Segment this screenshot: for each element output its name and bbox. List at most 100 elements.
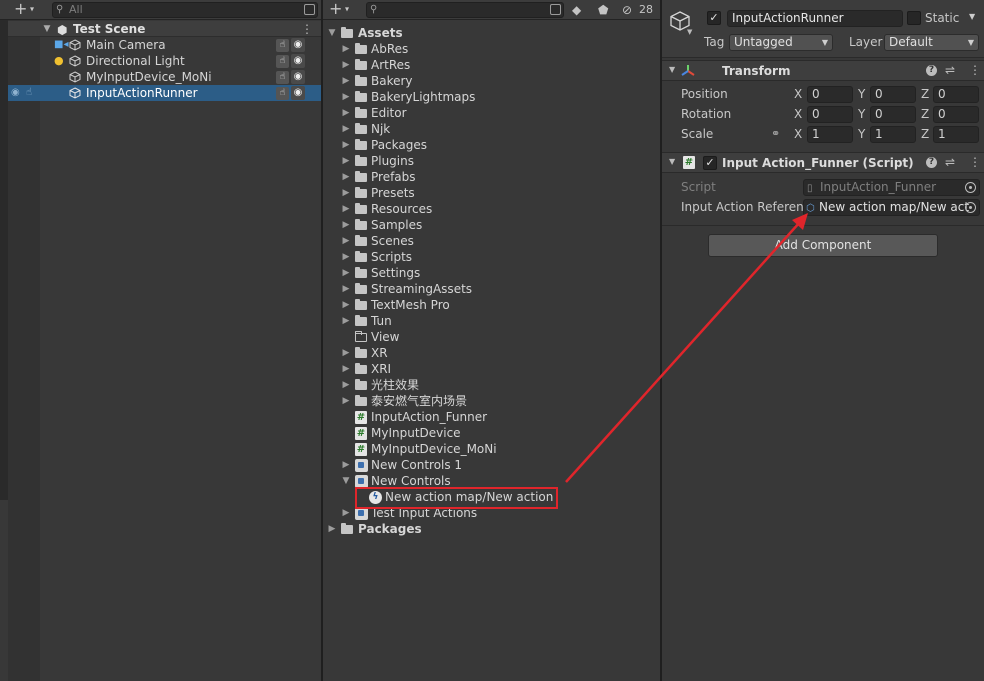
scene-pickability-icon[interactable]: ☝ — [26, 85, 32, 101]
tree-item[interactable]: ▶ AbRes — [323, 41, 660, 57]
tree-item[interactable]: ▶ Prefabs — [323, 169, 660, 185]
constrain-proportions-link-icon[interactable]: ⚭ — [771, 127, 780, 140]
tree-item[interactable]: ▶ Packages — [323, 137, 660, 153]
pickable-toggle-icon[interactable]: ☝ — [276, 87, 289, 100]
tree-item[interactable]: View — [323, 329, 660, 345]
tree-item[interactable]: ▶ XRI — [323, 361, 660, 377]
expand-arrow-icon[interactable]: ▶ — [341, 201, 351, 217]
tree-item[interactable]: # InputAction_Funner — [323, 409, 660, 425]
expand-arrow-icon[interactable]: ▼ — [42, 21, 52, 37]
tree-item[interactable]: ▶ Presets — [323, 185, 660, 201]
expand-arrow-icon[interactable]: ▶ — [341, 41, 351, 57]
tree-item[interactable]: ▶ New Controls 1 — [323, 457, 660, 473]
rotation-y-field[interactable]: 0 — [870, 106, 916, 123]
foldout-arrow-icon[interactable]: ▼ — [669, 65, 675, 74]
position-y-field[interactable]: 0 — [870, 86, 916, 103]
active-checkbox[interactable]: ✓ — [707, 11, 721, 25]
scene-menu-icon[interactable]: ⋮ — [301, 21, 313, 37]
tree-item[interactable]: ▶ ArtRes — [323, 57, 660, 73]
visibility-eye-icon[interactable]: ◉ — [291, 86, 305, 100]
component-menu-icon[interactable]: ⋮ — [969, 155, 981, 169]
tree-item[interactable]: # MyInputDevice_MoNi — [323, 441, 660, 457]
pickable-toggle-icon[interactable]: ☝ — [276, 39, 289, 52]
hierarchy-item-directional-light[interactable]: ● Directional Light ☝ ◉ — [8, 53, 321, 69]
search-by-type-icon[interactable]: ◆ — [572, 2, 581, 18]
script-component-header[interactable]: ▼ # ✓ Input Action_Funner (Script) ? ⇌ ⋮ — [662, 152, 984, 173]
hierarchy-item-main-camera[interactable]: ■◂ Main Camera ☝ ◉ — [8, 37, 321, 53]
tree-item[interactable]: ▶ Resources — [323, 201, 660, 217]
visibility-eye-icon[interactable]: ◉ — [291, 70, 305, 84]
expand-arrow-icon[interactable]: ▶ — [341, 297, 351, 313]
hierarchy-item-inputactionrunner[interactable]: ◉ ☝ InputActionRunner ☝ ◉ — [8, 85, 321, 101]
scale-y-field[interactable]: 1 — [870, 126, 916, 143]
expand-arrow-icon[interactable]: ▶ — [341, 313, 351, 329]
hierarchy-item-myinputdevice-moni[interactable]: MyInputDevice_MoNi ☝ ◉ — [8, 69, 321, 85]
project-search-input[interactable]: ⚲ — [366, 2, 564, 18]
preset-icon[interactable]: ⇌ — [945, 63, 955, 77]
expand-arrow-icon[interactable]: ▶ — [327, 521, 337, 537]
expand-arrow-icon[interactable]: ▶ — [341, 185, 351, 201]
tree-item[interactable]: ▶ Editor — [323, 105, 660, 121]
expand-arrow-icon[interactable]: ▶ — [341, 281, 351, 297]
pickable-toggle-icon[interactable]: ☝ — [276, 55, 289, 68]
scale-z-field[interactable]: 1 — [933, 126, 979, 143]
layer-dropdown[interactable]: Default ▼ — [884, 34, 979, 51]
expand-arrow-icon[interactable]: ▶ — [341, 121, 351, 137]
tree-item[interactable]: ▶ Njk — [323, 121, 660, 137]
help-icon[interactable]: ? — [926, 157, 937, 168]
hierarchy-search-input[interactable]: ⚲ All — [52, 2, 318, 18]
visibility-eye-icon[interactable]: ◉ — [291, 38, 305, 52]
position-z-field[interactable]: 0 — [933, 86, 979, 103]
expand-arrow-icon[interactable]: ▶ — [341, 345, 351, 361]
tree-item-packages[interactable]: ▶ Packages — [323, 521, 660, 537]
expand-arrow-icon[interactable]: ▶ — [341, 105, 351, 121]
create-dropdown-button[interactable]: + ▾ — [14, 1, 34, 19]
expand-arrow-icon[interactable]: ▶ — [341, 73, 351, 89]
component-enabled-checkbox[interactable]: ✓ — [703, 156, 717, 170]
expand-arrow-icon[interactable]: ▶ — [341, 377, 351, 393]
tree-item[interactable]: # MyInputDevice — [323, 425, 660, 441]
expand-arrow-icon[interactable]: ▶ — [341, 233, 351, 249]
rotation-z-field[interactable]: 0 — [933, 106, 979, 123]
tree-item[interactable]: ▶ Bakery — [323, 73, 660, 89]
expand-arrow-icon[interactable]: ▶ — [341, 505, 351, 521]
icon-dropdown-arrow-icon[interactable]: ▼ — [687, 28, 692, 36]
position-x-field[interactable]: 0 — [807, 86, 853, 103]
tree-item[interactable]: ▶ Settings — [323, 265, 660, 281]
object-name-field[interactable]: InputActionRunner — [727, 10, 903, 27]
hidden-packages-icon[interactable]: ⊘ — [622, 2, 632, 18]
help-icon[interactable]: ? — [926, 65, 937, 76]
expand-arrow-icon[interactable]: ▶ — [341, 361, 351, 377]
tree-item[interactable]: ▶ XR — [323, 345, 660, 361]
add-component-button[interactable]: Add Component — [708, 234, 938, 257]
tree-item[interactable]: ▶ BakeryLightmaps — [323, 89, 660, 105]
preset-icon[interactable]: ⇌ — [945, 155, 955, 169]
tree-item[interactable]: ▶ Tun — [323, 313, 660, 329]
static-checkbox[interactable] — [907, 11, 921, 25]
foldout-arrow-icon[interactable]: ▼ — [669, 157, 675, 166]
search-by-label-icon[interactable]: ⬟ — [598, 2, 608, 18]
tree-item[interactable]: ▶ TextMesh Pro — [323, 297, 660, 313]
search-filter-icon[interactable] — [304, 4, 315, 15]
expand-arrow-icon[interactable]: ▶ — [341, 457, 351, 473]
tree-item[interactable]: ▶ Plugins — [323, 153, 660, 169]
tree-item[interactable]: ▶ Samples — [323, 217, 660, 233]
tree-item[interactable]: ▶ 光柱效果 — [323, 377, 660, 393]
tree-item[interactable]: ▶ StreamingAssets — [323, 281, 660, 297]
tag-dropdown[interactable]: Untagged ▼ — [729, 34, 833, 51]
visibility-eye-icon[interactable]: ◉ — [291, 54, 305, 68]
search-filter-icon[interactable] — [550, 4, 561, 15]
expand-arrow-icon[interactable]: ▶ — [341, 265, 351, 281]
pickable-toggle-icon[interactable]: ☝ — [276, 71, 289, 84]
rotation-x-field[interactable]: 0 — [807, 106, 853, 123]
expand-arrow-icon[interactable]: ▶ — [341, 137, 351, 153]
scale-x-field[interactable]: 1 — [807, 126, 853, 143]
component-menu-icon[interactable]: ⋮ — [969, 63, 981, 77]
transform-header[interactable]: ▼ Transform ? ⇌ ⋮ — [662, 60, 984, 81]
tree-item[interactable]: ▶ Scripts — [323, 249, 660, 265]
create-asset-dropdown-button[interactable]: + ▾ — [329, 1, 349, 19]
expand-arrow-icon[interactable]: ▶ — [341, 153, 351, 169]
static-dropdown-arrow-icon[interactable]: ▼ — [969, 12, 975, 21]
scene-visibility-icon[interactable]: ◉ — [11, 85, 20, 101]
expand-arrow-icon[interactable]: ▶ — [341, 57, 351, 73]
